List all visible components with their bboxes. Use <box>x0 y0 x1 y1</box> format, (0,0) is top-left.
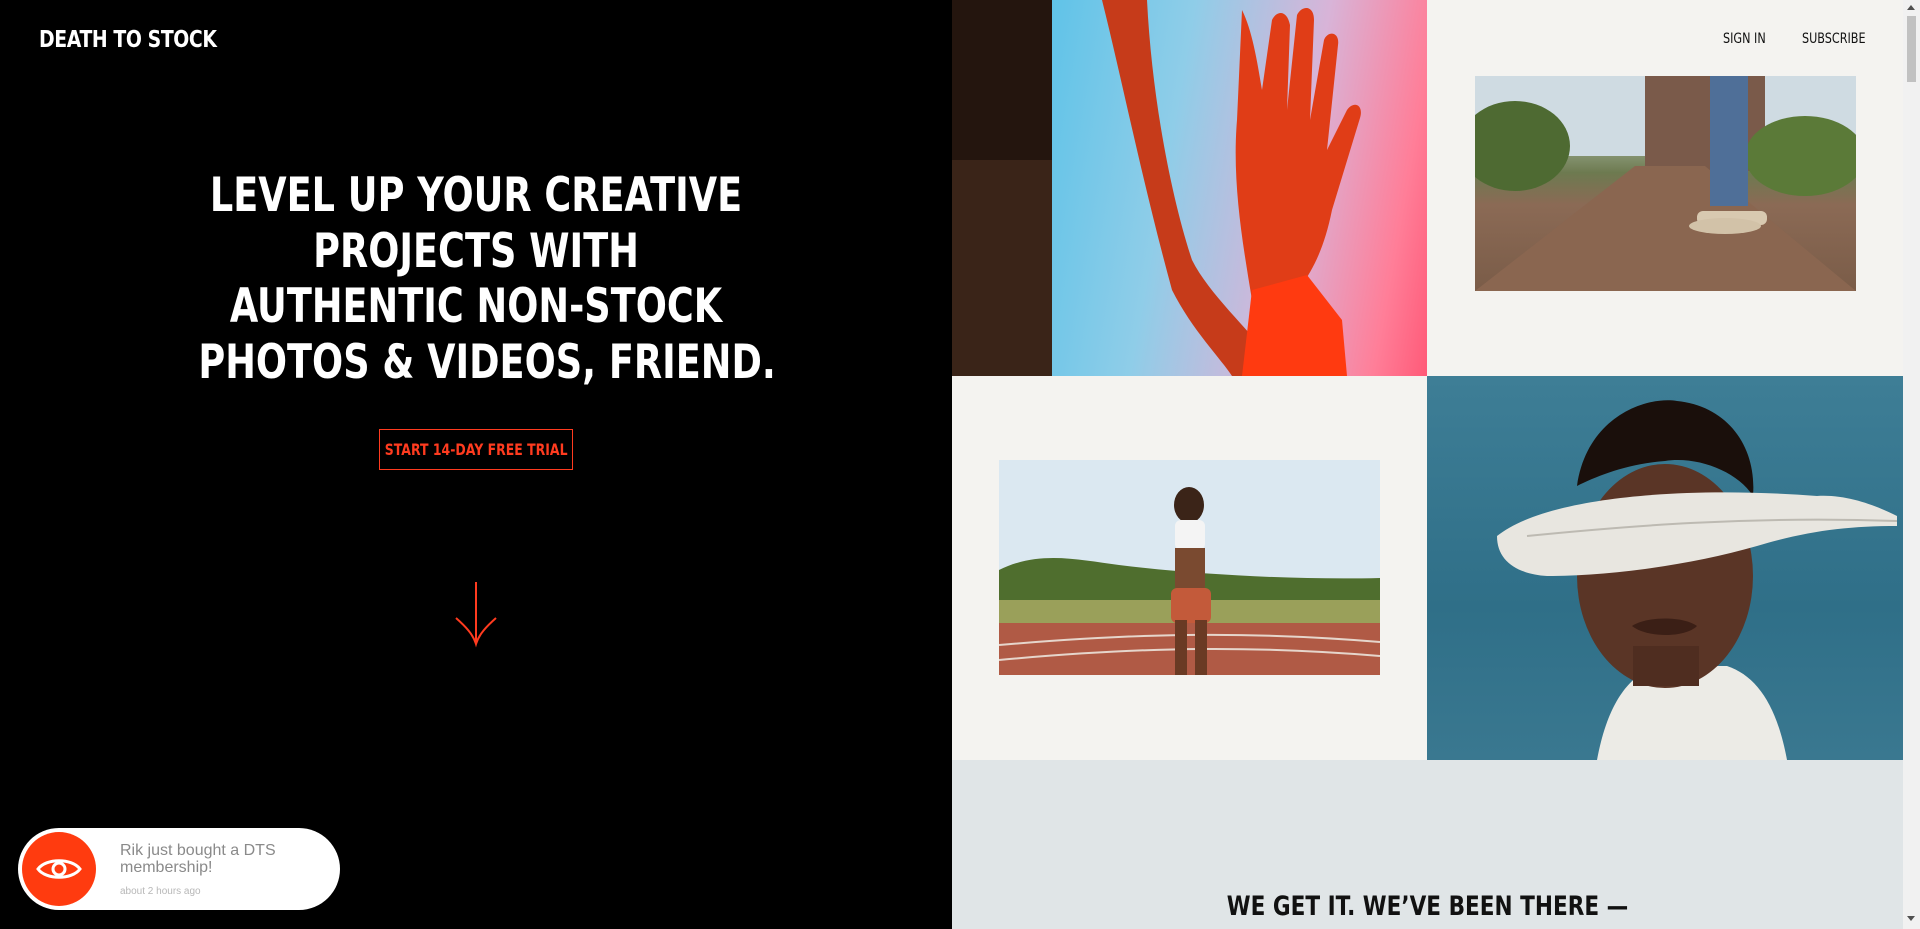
eye-icon <box>22 832 96 906</box>
notification-message: Rik just bought a DTS membership! <box>120 842 276 876</box>
skateboard-illustration <box>1475 76 1856 291</box>
start-trial-button-label: START 14-DAY FREE TRIAL <box>384 440 568 459</box>
hero-title-line: PHOTOS & VIDEOS, FRIEND. <box>198 334 776 390</box>
start-trial-button[interactable]: START 14-DAY FREE TRIAL <box>379 429 573 470</box>
hero-title-line: AUTHENTIC NON-STOCK <box>229 279 723 334</box>
feather-over-eyes-photo <box>1427 376 1903 760</box>
arrow-down-icon[interactable] <box>453 580 499 648</box>
hero-title-line: PROJECTS WITH <box>313 223 639 279</box>
subscribe-link[interactable]: SUBSCRIBE <box>1802 31 1866 47</box>
purchase-notification[interactable]: Rik just bought a DTS membership! about … <box>18 828 340 910</box>
hero-panel: DEATH TO STOCK LEVEL UP YOUR CREATIVE PR… <box>0 0 952 929</box>
skateboard-video[interactable] <box>1475 76 1856 291</box>
hero-title-line: LEVEL UP YOUR CREATIVE <box>209 168 743 223</box>
section-title: WE GET IT. WE’VE BEEN THERE — <box>1226 891 1629 922</box>
hero-title: LEVEL UP YOUR CREATIVE PROJECTS WITH AUT… <box>198 168 776 390</box>
hand-on-wet-glass-photo <box>952 0 1427 376</box>
gallery-panel: SIGN IN SUBSCRIBE WE GET IT. WE’VE BEEN … <box>952 0 1903 929</box>
scroll-down-icon[interactable] <box>1907 916 1915 921</box>
notification-time: about 2 hours ago <box>120 886 201 897</box>
site-logo[interactable]: DEATH TO STOCK <box>39 27 217 53</box>
sign-in-link[interactable]: SIGN IN <box>1723 31 1766 47</box>
feather-portrait-illustration <box>1497 400 1898 760</box>
runner-illustration <box>999 460 1380 675</box>
scroll-up-icon[interactable] <box>1907 5 1915 10</box>
scroll-thumb[interactable] <box>1907 16 1916 82</box>
runner-track-video[interactable] <box>999 460 1380 675</box>
hand-illustration <box>952 0 1361 376</box>
page-scrollbar[interactable] <box>1903 0 1920 929</box>
